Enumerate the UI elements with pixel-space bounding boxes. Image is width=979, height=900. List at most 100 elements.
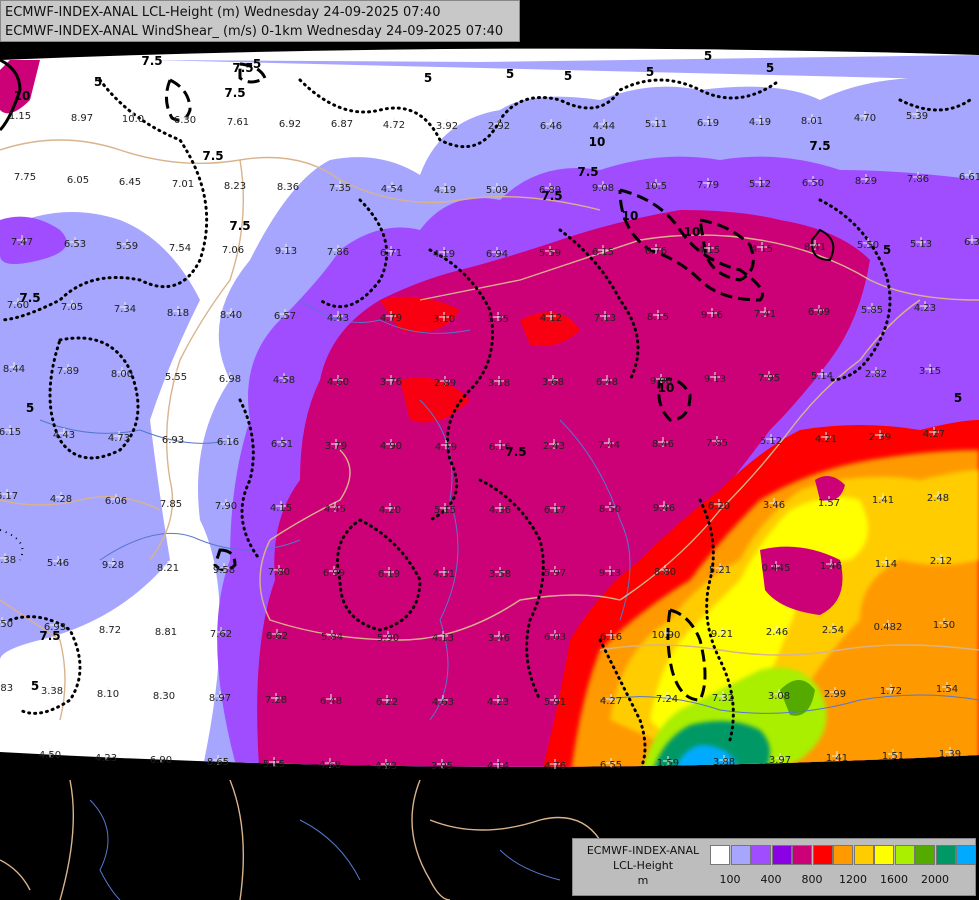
- legend-tick-label: 2000: [921, 873, 949, 886]
- grid-point-value: 9.08: [592, 183, 614, 194]
- grid-point-value: 7.90: [215, 501, 237, 512]
- grid-point: 7.85: [160, 497, 182, 510]
- grid-point-value: 4.15: [751, 244, 773, 255]
- grid-point: 6.55: [600, 758, 622, 771]
- grid-point-value: 4.58: [273, 375, 295, 386]
- grid-point: 5.13: [910, 237, 932, 250]
- grid-point: 6.98: [219, 372, 241, 385]
- contour-label: 5: [766, 61, 774, 75]
- grid-point: 2.43: [543, 439, 565, 452]
- grid-point: 8.44: [3, 362, 25, 375]
- weather-map: 8.97 10.0 6.30 7.61 6.92 6.87 4.72 3.92 2.92 6.46…: [0, 0, 979, 900]
- grid-point-value: 1.54: [936, 684, 958, 695]
- grid-point-value: 4.43: [327, 313, 349, 324]
- grid-point: 4.23: [95, 751, 117, 764]
- grid-point-value: 2.54: [822, 625, 844, 636]
- grid-point: 7.86: [327, 245, 349, 258]
- grid-point-value: 5.13: [910, 239, 932, 250]
- legend-tick-label: 400: [760, 873, 782, 886]
- grid-point: 7.06: [222, 243, 244, 256]
- grid-point: 4.15: [270, 501, 292, 514]
- grid-point: 8.97: [71, 111, 93, 124]
- grid-point-value: 1.41: [872, 495, 894, 506]
- legend-title-line: ECMWF-INDEX-ANAL: [586, 844, 700, 857]
- grid-point-value: 5.14: [811, 371, 833, 382]
- grid-point-value: 1.15: [9, 111, 31, 122]
- grid-point-value: 4.19: [435, 442, 457, 453]
- grid-point: 8.80: [654, 565, 676, 578]
- grid-point-value: 4.12: [540, 313, 562, 324]
- grid-point-value: 4.13: [432, 633, 454, 644]
- grid-point: 6.03: [544, 630, 566, 643]
- grid-point: 4.63: [432, 695, 454, 708]
- grid-point-value: 3.83: [0, 683, 13, 694]
- grid-point: 6.61: [959, 170, 979, 183]
- color-legend: ECMWF-INDEX-ANAL LCL-Height m 100 400 800 1…: [572, 838, 976, 896]
- grid-point-value: 1.59: [657, 758, 679, 769]
- grid-point-value: 5.50: [857, 240, 879, 251]
- contour-label: 7.5: [229, 219, 250, 233]
- grid-point: 4.43: [327, 311, 349, 324]
- grid-point: 8.18: [167, 306, 189, 319]
- grid-point: 5.12: [749, 177, 771, 190]
- grid-point-value: 4.54: [381, 184, 403, 195]
- grid-point: 3.68: [542, 375, 564, 388]
- grid-point: 7.54: [169, 241, 191, 254]
- grid-point-value: 3.79: [325, 441, 347, 452]
- grid-point: 2.82: [865, 367, 887, 380]
- grid-point-value: 1.46: [820, 561, 842, 572]
- grid-point: 3.95: [431, 759, 453, 772]
- contour-label: 5: [253, 57, 261, 71]
- grid-point-value: 7.47: [11, 237, 33, 248]
- grid-point-value: 7.13: [594, 313, 616, 324]
- contour-label: 5: [31, 679, 39, 693]
- grid-point-value: 4.23: [487, 697, 509, 708]
- grid-point-value: 7.85: [706, 438, 728, 449]
- grid-point: 6.71: [380, 246, 402, 259]
- grid-point-value: 8.46: [652, 439, 674, 450]
- grid-point-value: 8.65: [207, 757, 229, 768]
- grid-point: 3.35: [487, 312, 509, 325]
- grid-point-value: 6.94: [486, 249, 508, 260]
- grid-point: 8.46: [652, 437, 674, 450]
- grid-point: 10.5: [645, 179, 667, 192]
- grid-point: 5.59: [539, 246, 561, 259]
- grid-point-value: 8.81: [155, 627, 177, 638]
- grid-point: 1.57: [818, 496, 840, 509]
- grid-point-value: 8.01: [801, 116, 823, 127]
- contour-label: 5: [704, 49, 712, 63]
- grid-point: 7.95: [758, 371, 780, 384]
- grid-point-value: 1.51: [882, 751, 904, 762]
- grid-point: 4.54: [381, 182, 403, 195]
- grid-point: 5.90: [377, 631, 399, 644]
- grid-point-value: 4.76: [544, 761, 566, 772]
- grid-point: 6.05: [67, 173, 89, 186]
- grid-point: 4.43: [53, 428, 75, 441]
- grid-point-value: 8.80: [654, 567, 676, 578]
- grid-point: 8.00: [111, 367, 133, 380]
- grid-point-value: 8.97: [71, 113, 93, 124]
- grid-point-value: 4.19: [749, 117, 771, 128]
- grid-point: 4.28: [50, 492, 72, 505]
- grid-point-value: 3.46: [763, 500, 785, 511]
- grid-point-value: 6.15: [592, 247, 614, 258]
- grid-point-value: 4.44: [593, 121, 615, 132]
- grid-point: 5.85: [861, 303, 883, 316]
- grid-point-value: 1.50: [933, 620, 955, 631]
- grid-point-value: 4.90: [380, 441, 402, 452]
- grid-point-value: 9.13: [704, 374, 726, 385]
- grid-point-value: 2.12: [930, 556, 952, 567]
- grid-point: 4.60: [327, 375, 349, 388]
- grid-point-value: 6.20: [708, 501, 730, 512]
- grid-point-value: 6.61: [959, 172, 979, 183]
- grid-point-value: 4.27: [923, 429, 945, 440]
- grid-point: 1.39: [939, 747, 961, 760]
- grid-point-value: 6.51: [271, 439, 293, 450]
- grid-point: 8.72: [99, 623, 121, 636]
- grid-point-value: 6.09: [808, 307, 830, 318]
- legend-swatch: [915, 845, 935, 865]
- grid-point: 4.12: [540, 311, 562, 324]
- grid-point: 9.16: [701, 308, 723, 321]
- grid-point: 4.15: [698, 243, 720, 256]
- grid-point-value: 7.01: [172, 179, 194, 190]
